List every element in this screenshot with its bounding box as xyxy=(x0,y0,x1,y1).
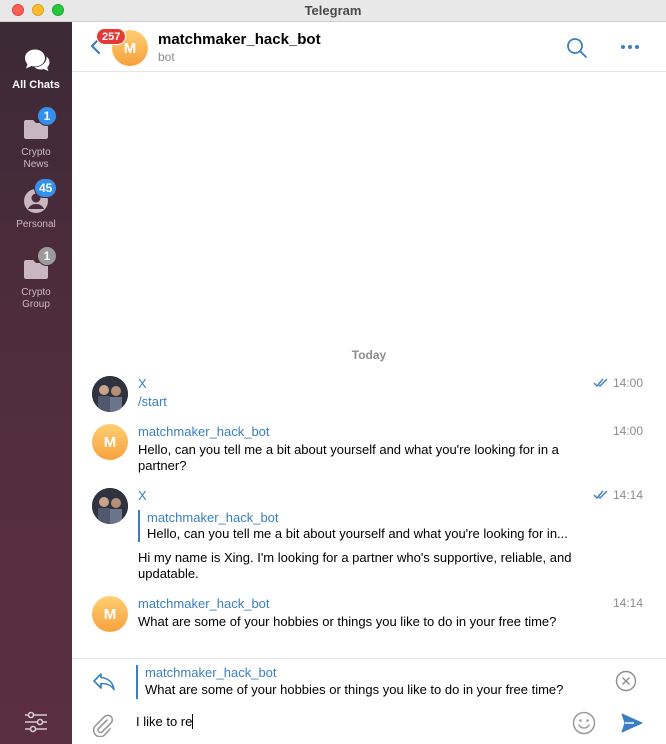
person-icon: 45 xyxy=(21,178,58,216)
emoji-button[interactable] xyxy=(572,711,596,735)
window-title: Telegram xyxy=(304,3,362,18)
message-time: 14:00 xyxy=(612,376,643,390)
message-sender[interactable]: X xyxy=(138,488,147,503)
compose-area: matchmaker_hack_bot What are some of you… xyxy=(72,658,666,744)
unread-badge: 45 xyxy=(34,178,58,198)
double-check-icon xyxy=(593,490,608,500)
message-text: Hello, can you tell me a bit about yours… xyxy=(138,442,559,473)
folder-label-line: Group xyxy=(22,299,50,310)
sidebar-item-crypto-group[interactable]: 1 Crypto Group xyxy=(0,246,72,311)
folder-label-line: Crypto xyxy=(21,147,51,158)
quoted-sender: matchmaker_hack_bot xyxy=(147,510,279,525)
message-list[interactable]: Today X 14:00 /start M matchmaker_hack_b… xyxy=(72,72,666,658)
quoted-text: Hello, can you tell me a bit about yours… xyxy=(147,526,568,541)
attach-button[interactable] xyxy=(91,711,114,738)
message-time: 14:14 xyxy=(612,596,643,610)
avatar-letter: M xyxy=(103,605,117,623)
search-button[interactable] xyxy=(566,37,588,59)
avatar-letter: M xyxy=(123,39,137,57)
sidebar-item-crypto-news[interactable]: 1 Crypto News xyxy=(0,106,72,171)
message-sender[interactable]: matchmaker_hack_bot xyxy=(138,596,270,611)
paperclip-icon xyxy=(92,714,114,738)
message-sender[interactable]: matchmaker_hack_bot xyxy=(138,424,270,439)
message-sender[interactable]: X xyxy=(138,376,147,391)
avatar[interactable] xyxy=(92,376,128,412)
folder-label-line: Crypto xyxy=(21,287,51,298)
reply-icon xyxy=(92,671,116,691)
chat-title[interactable]: matchmaker_hack_bot xyxy=(158,31,321,48)
text-caret xyxy=(192,714,194,729)
sidebar-item-all-chats[interactable]: All Chats xyxy=(0,46,72,91)
smile-icon xyxy=(572,711,596,735)
chat-header: M 257 matchmaker_hack_bot bot xyxy=(72,22,666,72)
message-text: Hi my name is Xing. I'm looking for a pa… xyxy=(138,550,572,581)
unread-count-badge: 257 xyxy=(96,28,127,45)
avatar[interactable]: M xyxy=(92,424,128,460)
reply-preview[interactable]: matchmaker_hack_bot What are some of you… xyxy=(136,665,586,699)
folder-icon: 1 xyxy=(21,246,57,284)
message-text: What are some of your hobbies or things … xyxy=(138,614,557,629)
reply-preview-sender: matchmaker_hack_bot xyxy=(145,665,277,680)
sliders-icon[interactable] xyxy=(23,710,49,734)
folders-sidebar: All Chats 1 Crypto News 45 Personal 1 Cr… xyxy=(0,22,72,744)
unread-badge: 1 xyxy=(37,106,57,126)
unread-badge: 1 xyxy=(37,246,57,266)
send-icon xyxy=(621,713,643,733)
folder-label-line: News xyxy=(23,159,49,170)
message-input-value: I like to re xyxy=(136,714,193,729)
sidebar-item-personal[interactable]: 45 Personal xyxy=(0,178,72,231)
more-dots-icon xyxy=(621,45,639,49)
more-button[interactable] xyxy=(619,40,641,54)
double-check-icon xyxy=(593,378,608,388)
message-input[interactable]: I like to re xyxy=(136,714,194,729)
avatar[interactable]: M xyxy=(92,596,128,632)
avatar-letter: M xyxy=(103,433,117,451)
title-bar: Telegram xyxy=(0,0,666,22)
message-time: 14:00 xyxy=(612,424,643,438)
folder-icon: 1 xyxy=(21,106,57,144)
folder-label-line: Personal xyxy=(16,219,56,230)
message-time: 14:14 xyxy=(612,488,643,502)
chat-status: bot xyxy=(158,50,175,64)
search-icon xyxy=(567,38,587,58)
close-circle-icon xyxy=(615,670,637,692)
date-separator: Today xyxy=(351,348,387,362)
chats-icon xyxy=(21,46,51,76)
message-text[interactable]: /start xyxy=(138,394,598,410)
send-button[interactable] xyxy=(620,711,644,735)
avatar[interactable] xyxy=(92,488,128,524)
cancel-reply-button[interactable] xyxy=(615,670,637,692)
reply-preview-text: What are some of your hobbies or things … xyxy=(145,682,564,697)
reply-quote[interactable]: matchmaker_hack_bot Hello, can you tell … xyxy=(138,510,598,542)
